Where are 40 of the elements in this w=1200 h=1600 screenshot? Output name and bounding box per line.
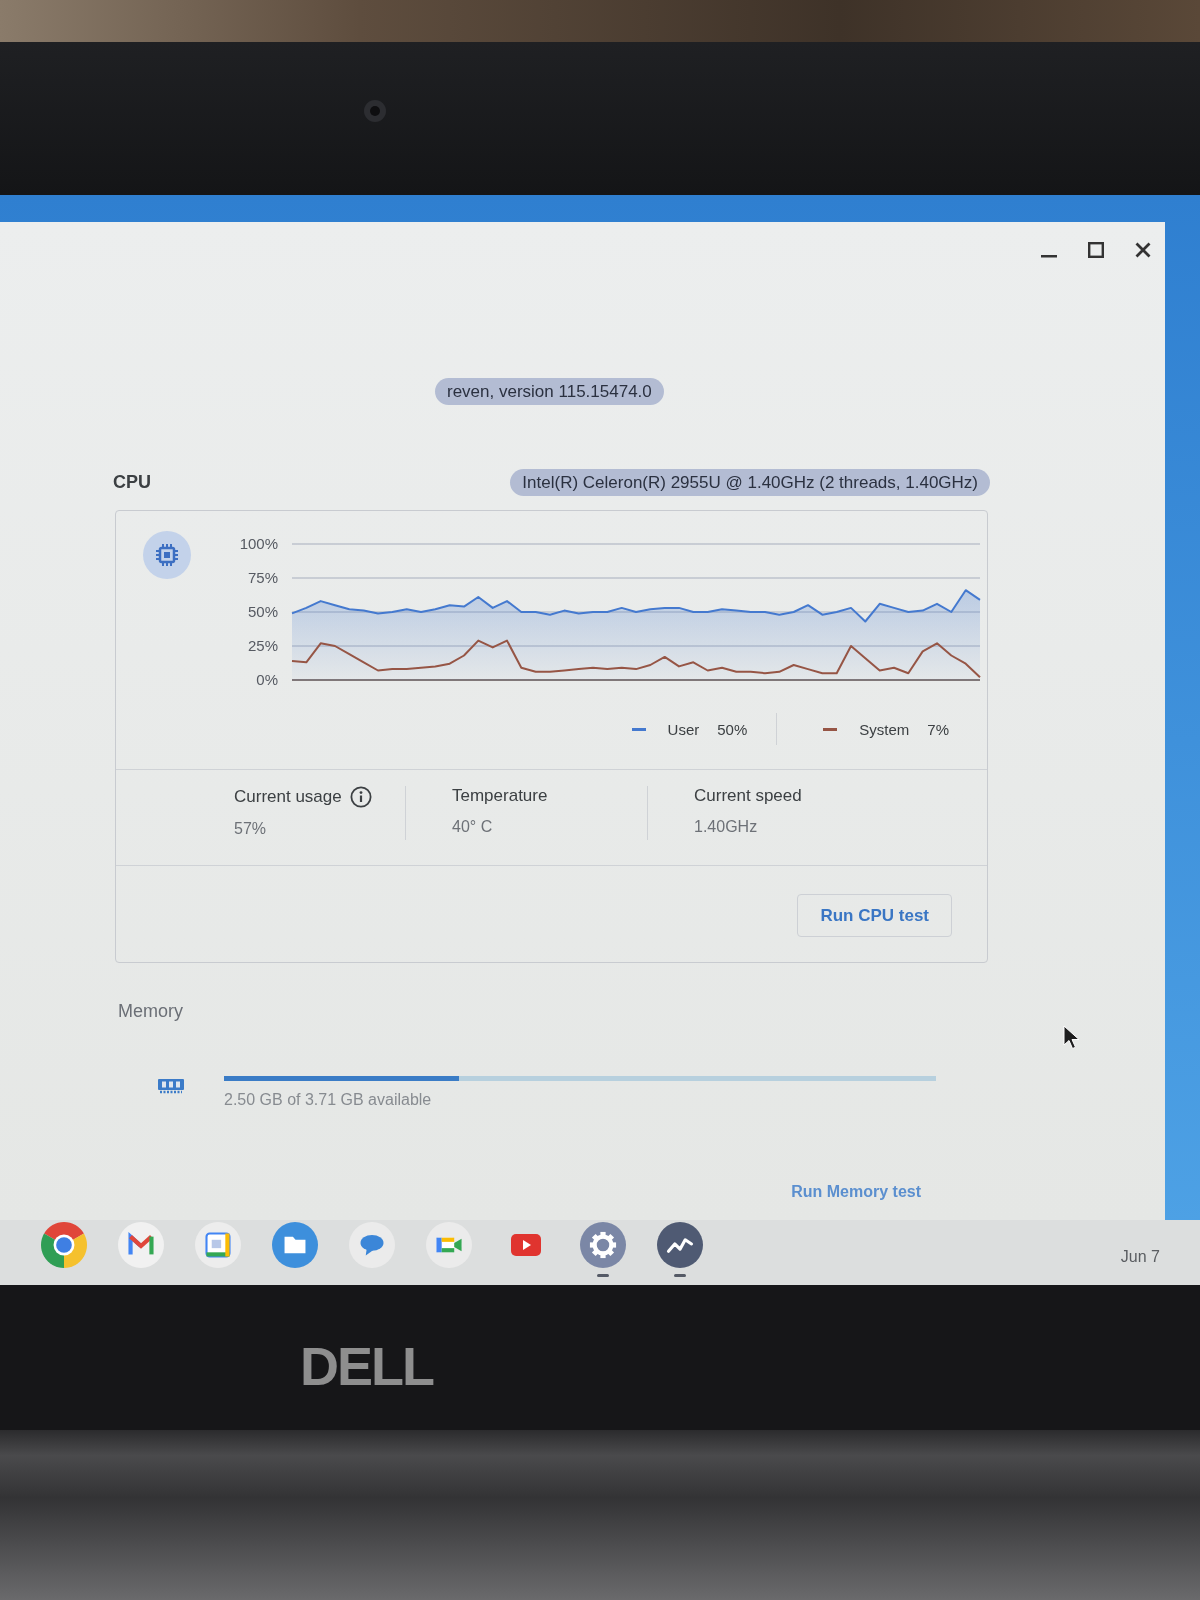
close-icon[interactable] — [1135, 242, 1151, 258]
logo-text: DELL — [300, 1339, 433, 1393]
version-label: reven, version 115.15474.0 — [435, 378, 664, 405]
stat-value: 40° C — [452, 818, 493, 836]
legend-label: User — [667, 720, 700, 738]
stat-value: 57% — [234, 820, 267, 838]
date-text[interactable]: Jun 7 — [1120, 1247, 1160, 1266]
camera-lens-icon — [364, 100, 386, 122]
info-icon[interactable] — [349, 786, 372, 808]
play-button-icon[interactable] — [511, 1234, 541, 1256]
mouse-pointer-icon — [1063, 1025, 1081, 1050]
y-axis-label: 0% — [256, 671, 278, 688]
maximize-icon[interactable] — [1088, 242, 1104, 258]
folder-icon[interactable] — [272, 1222, 318, 1268]
line-chart-icon[interactable] — [657, 1222, 703, 1268]
y-axis-label: 75% — [247, 569, 278, 586]
stat-label: Temperature — [452, 786, 548, 806]
memory-usage-text: 2.50 GB of 3.71 GB available — [224, 1091, 432, 1109]
stat-value: 1.40GHz — [694, 818, 758, 836]
chat-bubble-icon[interactable] — [349, 1222, 395, 1268]
calendar-icon[interactable] — [195, 1222, 241, 1268]
y-axis-label: 50% — [247, 603, 278, 620]
y-axis-label: 100% — [239, 535, 278, 552]
stat-label: Current usage — [234, 787, 342, 807]
browser-icon[interactable] — [41, 1222, 87, 1268]
section-title: Memory — [118, 1001, 183, 1022]
cpu-chip-icon — [143, 531, 191, 579]
run-test-button[interactable]: Run Memory test — [791, 1183, 921, 1201]
legend-label: System — [859, 720, 910, 738]
section-title: CPU — [113, 472, 151, 493]
y-axis-label: 25% — [247, 637, 278, 654]
memory-chip-icon — [158, 1078, 184, 1095]
legend-value: 50% — [717, 720, 748, 738]
settings-icon[interactable] — [580, 1222, 626, 1268]
mail-icon[interactable] — [118, 1222, 164, 1268]
video-camera-icon[interactable] — [426, 1222, 472, 1268]
cpu-model-label: Intel(R) Celeron(R) 2955U @ 1.40GHz (2 threads, 1.40GHz) — [510, 469, 990, 496]
legend-value: 7% — [927, 720, 949, 738]
run-test-button[interactable]: Run CPU test — [797, 894, 952, 937]
stat-label: Current speed — [694, 786, 802, 806]
